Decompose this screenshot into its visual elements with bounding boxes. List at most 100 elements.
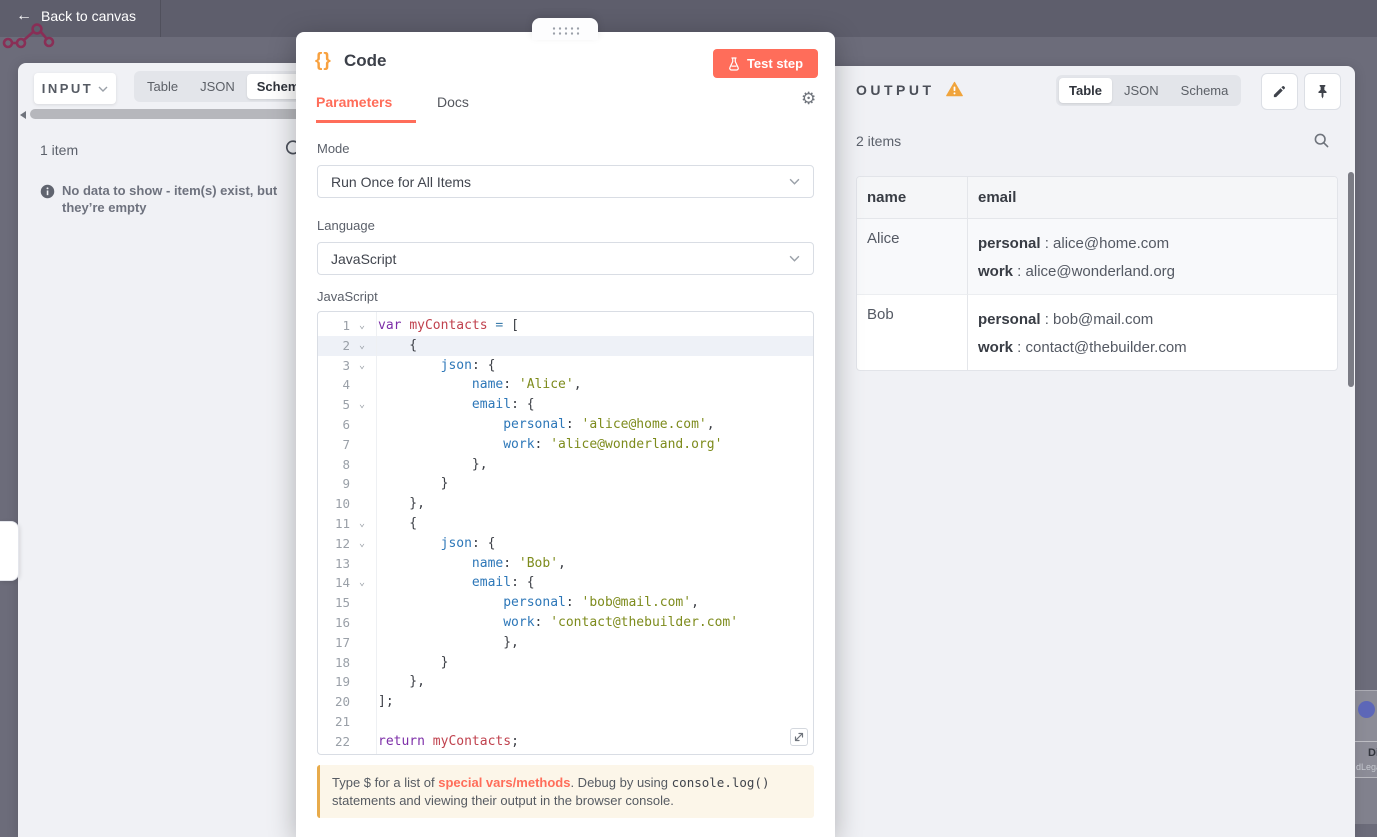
code-line-2[interactable]: 2 ⌄ { xyxy=(318,335,813,356)
empty-data-message: No data to show - item(s) exist, but the… xyxy=(62,183,278,215)
scroll-left-arrow-icon[interactable] xyxy=(20,111,26,119)
fold-chevron-icon[interactable]: ⌄ xyxy=(350,395,374,415)
chevron-down-icon xyxy=(98,86,108,92)
code-text: email: { xyxy=(471,575,535,591)
code-line-22[interactable]: 22 return myContacts; xyxy=(318,732,813,752)
code-line-1[interactable]: 1 ⌄ var myContacts = [ xyxy=(318,316,813,336)
code-line-8[interactable]: 8 }, xyxy=(318,455,813,475)
code-line-17[interactable]: 17 }, xyxy=(318,633,813,653)
code-line-12[interactable]: 12 ⌄ json: { xyxy=(318,534,813,554)
mode-value: Run Once for All Items xyxy=(331,173,472,190)
flask-icon xyxy=(729,56,739,71)
pin-data-button[interactable] xyxy=(1304,73,1341,110)
table-row[interactable]: Bob personal : bob@mail.com work : contact… xyxy=(857,295,1337,370)
fold-chevron-icon[interactable]: ⌄ xyxy=(350,573,374,593)
code-text: work: 'contact@thebuilder.com' xyxy=(503,614,739,630)
input-view-tabs: Table JSON Schema xyxy=(134,71,320,102)
edit-output-button[interactable] xyxy=(1261,73,1298,110)
code-line-6[interactable]: 6 personal: 'alice@home.com', xyxy=(318,415,813,435)
fold-chevron-icon[interactable]: ⌄ xyxy=(350,336,374,356)
node-title: Code xyxy=(344,51,387,70)
output-tab-schema[interactable]: Schema xyxy=(1171,78,1239,103)
code-line-7[interactable]: 7 work: 'alice@wonderland.org' xyxy=(318,435,813,455)
table-header-row: name email xyxy=(857,177,1337,219)
output-items-count: 2 items xyxy=(856,133,902,149)
drag-dots-icon xyxy=(550,26,580,35)
code-line-14[interactable]: 14 ⌄ email: { xyxy=(318,573,813,593)
code-text: json: { xyxy=(440,357,496,373)
chevron-down-icon xyxy=(789,178,800,185)
tab-parameters[interactable]: Parameters xyxy=(316,94,392,110)
edge-card: Dis dLega xyxy=(1355,741,1377,778)
code-line-19[interactable]: 19 }, xyxy=(318,672,813,692)
mode-select[interactable]: Run Once for All Items xyxy=(317,165,814,198)
table-row[interactable]: Alice personal : alice@home.com work : ali… xyxy=(857,219,1337,295)
code-line-21[interactable]: 21 xyxy=(318,712,813,732)
language-value: JavaScript xyxy=(331,250,397,267)
code-text: var myContacts = [ xyxy=(378,318,519,333)
special-vars-link[interactable]: special vars/methods xyxy=(438,775,570,790)
output-tab-json[interactable]: JSON xyxy=(1114,78,1169,103)
empty-data-notice: No data to show - item(s) exist, but the… xyxy=(40,183,308,216)
code-line-20[interactable]: 20]; xyxy=(318,692,813,712)
line-number: 6 xyxy=(342,416,350,432)
input-tab-table[interactable]: Table xyxy=(137,74,188,99)
code-text: json: { xyxy=(440,535,496,551)
cell-email: personal : alice@home.com work : alice@wo… xyxy=(968,219,1337,295)
code-text: personal: 'alice@home.com', xyxy=(503,416,715,432)
output-view-tabs: Table JSON Schema xyxy=(1056,75,1242,106)
line-number: 19 xyxy=(334,674,350,690)
left-panel-handle[interactable] xyxy=(0,521,19,581)
output-vertical-scrollbar[interactable] xyxy=(1348,172,1354,387)
node-detail-view: ← Back to canvas INPUT Table JSON Schema… xyxy=(0,0,1377,837)
code-line-13[interactable]: 13 name: 'Bob', xyxy=(318,554,813,574)
output-title: OUTPUT xyxy=(856,82,935,98)
code-editor-lines: 1 ⌄ var myContacts = [2 ⌄ {3 ⌄ json: {4 name… xyxy=(318,316,813,752)
code-line-15[interactable]: 15 personal: 'bob@mail.com', xyxy=(318,593,813,613)
editor-label: JavaScript xyxy=(317,289,378,304)
code-editor[interactable]: 1 ⌄ var myContacts = [2 ⌄ {3 ⌄ json: {4 name… xyxy=(317,311,814,755)
search-icon[interactable] xyxy=(1313,132,1330,149)
code-line-5[interactable]: 5 ⌄ email: { xyxy=(318,395,813,415)
code-line-9[interactable]: 9 } xyxy=(318,474,813,494)
line-number: 21 xyxy=(334,713,350,729)
output-tab-table[interactable]: Table xyxy=(1059,78,1112,103)
code-text: name: 'Bob', xyxy=(471,555,566,571)
horizontal-scrollbar[interactable] xyxy=(30,109,310,119)
gear-icon[interactable]: ⚙ xyxy=(801,91,816,108)
code-text: { xyxy=(378,337,418,353)
column-header-name: name xyxy=(857,177,968,219)
warning-icon xyxy=(946,81,963,97)
code-text: email: { xyxy=(471,397,535,413)
editor-resize-handle[interactable] xyxy=(790,728,808,746)
code-line-18[interactable]: 18 } xyxy=(318,653,813,673)
code-text: return myContacts; xyxy=(378,733,519,749)
test-step-button[interactable]: Test step xyxy=(713,49,818,78)
email-key-value: work : alice@wonderland.org xyxy=(978,263,1175,280)
line-number: 15 xyxy=(334,595,350,611)
code-line-4[interactable]: 4 name: 'Alice', xyxy=(318,375,813,395)
code-line-3[interactable]: 3 ⌄ json: { xyxy=(318,356,813,376)
fold-chevron-icon[interactable]: ⌄ xyxy=(350,356,374,376)
email-key-value: personal : alice@home.com xyxy=(978,235,1170,252)
code-line-11[interactable]: 11 ⌄ { xyxy=(318,514,813,534)
line-number: 12 xyxy=(334,535,350,551)
tab-docs[interactable]: Docs xyxy=(437,94,469,110)
code-text: } xyxy=(378,654,449,670)
input-tab-json[interactable]: JSON xyxy=(190,74,245,99)
code-text: }, xyxy=(378,496,425,512)
code-line-10[interactable]: 10 }, xyxy=(318,494,813,514)
modal-drag-handle[interactable] xyxy=(532,18,598,40)
language-select[interactable]: JavaScript xyxy=(317,242,814,275)
fold-chevron-icon[interactable]: ⌄ xyxy=(350,534,374,554)
code-node-icon: {} xyxy=(315,50,332,71)
fold-chevron-icon[interactable]: ⌄ xyxy=(350,514,374,534)
code-line-16[interactable]: 16 work: 'contact@thebuilder.com' xyxy=(318,613,813,633)
input-selector-dropdown[interactable]: INPUT xyxy=(34,73,116,104)
pin-icon xyxy=(1318,84,1327,99)
fold-chevron-icon[interactable]: ⌄ xyxy=(350,316,374,336)
column-header-email: email xyxy=(968,177,1337,219)
